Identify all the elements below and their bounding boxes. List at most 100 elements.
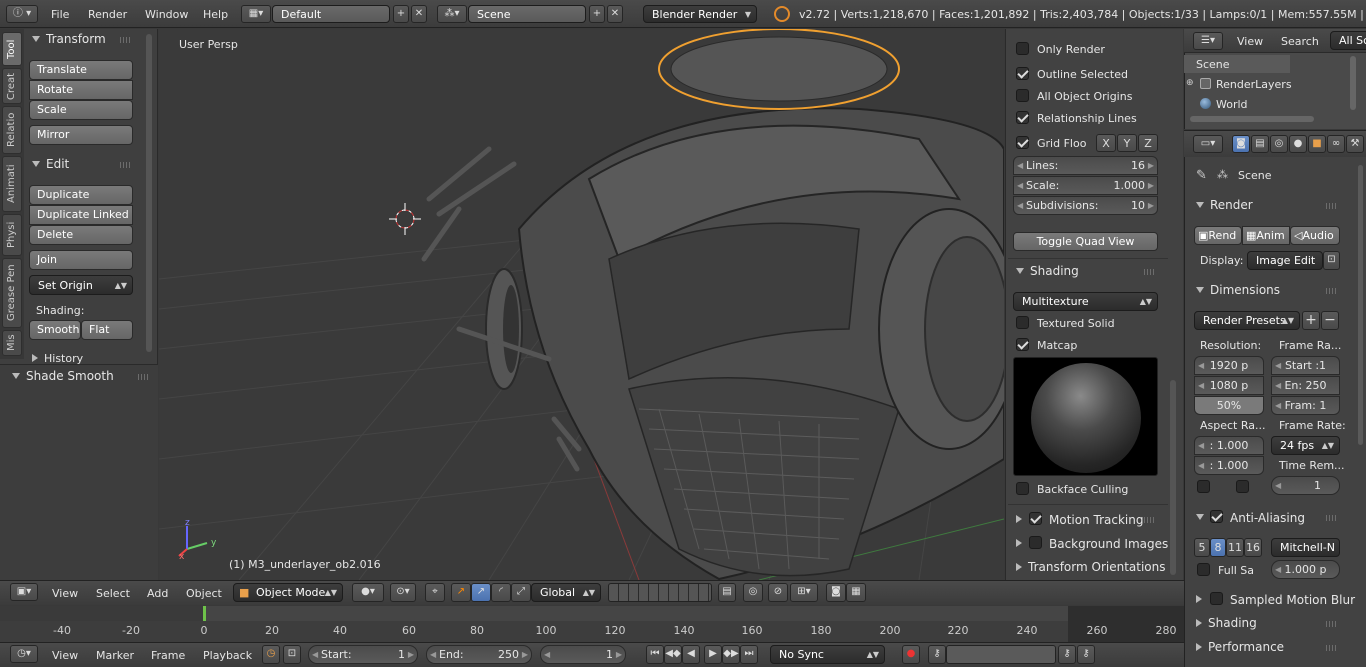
drag-grip-icon[interactable] (1326, 203, 1338, 209)
grid-subdivisions-field[interactable]: ◀ Subdivisions: 10 ▶ (1013, 196, 1158, 215)
remove-scene-button[interactable]: ✕ (607, 5, 623, 23)
texture-mode-select[interactable]: Multitexture ▲▼ (1013, 292, 1158, 311)
menu-file[interactable]: File (51, 8, 69, 21)
shade-flat-button[interactable]: Flat (81, 320, 133, 340)
relationship-lines-checkbox[interactable] (1016, 111, 1029, 124)
sampled-motion-blur-panel-header[interactable] (1196, 592, 1208, 606)
render-engine-select[interactable]: Blender Render ▼ (643, 5, 757, 23)
layer-lock-icon[interactable]: ▤ (718, 583, 736, 602)
outliner-item-renderlayers[interactable]: RenderLayers (1216, 78, 1292, 91)
tool-shelf-scrollbar[interactable] (146, 34, 152, 352)
render-presets-select[interactable]: Render Presets ▲▼ (1194, 311, 1300, 330)
tab-misc[interactable]: Mis (2, 330, 22, 356)
outliner-vscrollbar[interactable] (1350, 56, 1356, 110)
grid-axis-x-toggle[interactable]: X (1096, 134, 1116, 152)
background-images-panel-header[interactable] (1016, 536, 1028, 550)
drag-grip-icon[interactable] (120, 37, 132, 43)
scene-context-icon[interactable]: ◎ (1270, 135, 1288, 153)
delete-keyframe-icon[interactable]: ⚷ (1077, 645, 1095, 664)
add-screen-button[interactable]: + (393, 5, 409, 23)
full-sample-checkbox[interactable] (1197, 563, 1210, 576)
tab-grease-pencil[interactable]: Grease Pen (2, 258, 22, 328)
lock-time-cursor-icon[interactable]: ⊡ (283, 645, 301, 664)
outliner-item-world[interactable]: World (1216, 98, 1248, 111)
menu-window[interactable]: Window (145, 8, 188, 21)
timeline-menu-frame[interactable]: Frame (151, 649, 185, 662)
3d-view-editor-type-button[interactable]: ▣▾ (10, 583, 38, 601)
drag-grip-icon[interactable] (1144, 269, 1156, 275)
resolution-percentage-slider[interactable]: 50% (1194, 396, 1264, 415)
timeline-menu-playback[interactable]: Playback (203, 649, 252, 662)
tab-tool[interactable]: Tool (2, 32, 22, 66)
manipulator-scale-button[interactable]: ⤢ (511, 583, 531, 602)
drag-grip-icon[interactable] (1326, 515, 1338, 521)
world-context-icon[interactable]: ● (1289, 135, 1307, 153)
timeline-menu-view[interactable]: View (52, 649, 78, 662)
info-editor-type-button[interactable]: ⓘ ▾ (6, 5, 38, 23)
end-frame-field[interactable]: ◀ End: 250 ▶ (426, 645, 532, 664)
join-button[interactable]: Join (29, 250, 133, 270)
outliner-display-mode-select[interactable]: All Sc (1330, 31, 1366, 50)
remove-screen-button[interactable]: ✕ (411, 5, 427, 23)
aa-filter-select[interactable]: Mitchell-N (1271, 538, 1340, 557)
grid-axis-z-toggle[interactable]: Z (1138, 134, 1158, 152)
operator-panel-header[interactable]: Shade Smooth (12, 369, 114, 383)
aspect-x-field[interactable]: ◀: 1.000▶ (1194, 436, 1264, 455)
mirror-button[interactable]: Mirror (29, 125, 133, 145)
jump-to-end-button[interactable]: ⏭ (740, 645, 758, 664)
frame-end-field[interactable]: ◀En: 250▶ (1271, 376, 1340, 395)
render-context-camera-icon[interactable]: ◙ (1232, 135, 1250, 153)
timeline-editor-type-button[interactable]: ◷▾ (10, 645, 38, 663)
drag-grip-icon[interactable] (1144, 517, 1156, 523)
resolution-x-field[interactable]: ◀1920 p▶ (1194, 356, 1264, 375)
transform-orientation-select[interactable]: Global ▲▼ (531, 583, 601, 602)
3d-menu-view[interactable]: View (52, 587, 78, 600)
opengl-render-animation-icon[interactable]: ▦ (846, 583, 866, 602)
render-audio-button[interactable]: ◁Audio (1290, 226, 1340, 245)
current-frame-indicator[interactable] (203, 606, 206, 621)
play-reverse-button[interactable]: ◀ (682, 645, 700, 664)
anti-aliasing-panel-header[interactable] (1196, 510, 1210, 524)
shading-panel-header[interactable]: Shading (1016, 264, 1079, 278)
manipulator-toggle[interactable]: ⌖ (425, 583, 445, 602)
properties-region-scrollbar[interactable] (1170, 380, 1176, 575)
motion-tracking-panel-header[interactable] (1016, 512, 1028, 526)
time-remap-new-field[interactable]: ◀1▶ (1271, 476, 1340, 495)
current-frame-field[interactable]: ◀ 1 ▶ (540, 645, 626, 664)
matcap-preview[interactable] (1013, 357, 1158, 476)
active-keying-set-field[interactable] (946, 645, 1056, 664)
backface-culling-checkbox[interactable] (1016, 482, 1029, 495)
modifiers-context-icon[interactable]: ⚒ (1346, 135, 1364, 153)
opengl-render-image-icon[interactable]: ◙ (826, 583, 846, 602)
manipulator-translate-button[interactable]: ↗ (451, 583, 471, 602)
filter-size-field[interactable]: ◀1.000 p▶ (1271, 560, 1340, 579)
insert-keyframe-icon[interactable]: ⚷ (1058, 645, 1076, 664)
render-layers-context-icon[interactable]: ▤ (1251, 135, 1269, 153)
edit-panel-header[interactable]: Edit (32, 157, 69, 171)
play-button[interactable]: ▶ (704, 645, 722, 664)
render-animation-button[interactable]: ▦Anim (1242, 226, 1290, 245)
jump-to-keyframe-back-button[interactable]: ◀◆ (664, 645, 682, 664)
tab-relations[interactable]: Relatio (2, 106, 22, 154)
lock-interface-icon[interactable]: ⊡ (1323, 251, 1340, 270)
border-checkbox[interactable] (1197, 480, 1210, 493)
remove-preset-button[interactable]: − (1321, 311, 1339, 330)
dimensions-panel-header[interactable]: Dimensions (1196, 283, 1280, 297)
set-origin-select[interactable]: Set Origin ▲▼ (29, 275, 133, 295)
timeline-menu-marker[interactable]: Marker (96, 649, 134, 662)
jump-to-start-button[interactable]: ⏮ (646, 645, 664, 664)
tab-animation[interactable]: Animati (2, 156, 22, 212)
manipulator-rotate-button[interactable]: ↗ (471, 583, 491, 602)
jump-to-keyframe-forward-button[interactable]: ◆▶ (722, 645, 740, 664)
manipulator-rotate-arc-button[interactable]: ◜ (491, 583, 511, 602)
aa-samples-11-button[interactable]: 11 (1226, 538, 1244, 557)
aa-samples-16-button[interactable]: 16 (1244, 538, 1262, 557)
proportional-edit-icon[interactable]: ◎ (743, 583, 763, 602)
sampled-motion-blur-checkbox[interactable] (1210, 592, 1223, 605)
all-object-origins-checkbox[interactable] (1016, 89, 1029, 102)
interaction-mode-select[interactable]: ■ Object Mode ▲▼ (233, 583, 343, 602)
auto-keying-record-button[interactable]: ● (902, 645, 920, 664)
motion-tracking-checkbox[interactable] (1029, 512, 1042, 525)
3d-menu-object[interactable]: Object (186, 587, 222, 600)
render-panel-header[interactable]: Render (1196, 198, 1253, 212)
